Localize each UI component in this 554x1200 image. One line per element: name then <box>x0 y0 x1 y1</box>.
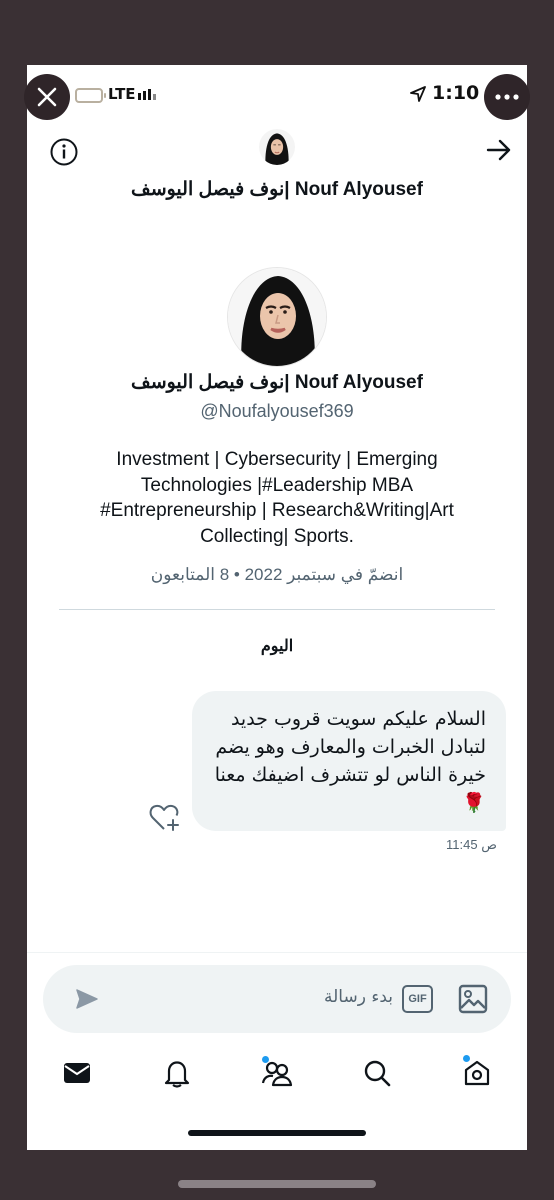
viewer-handle[interactable] <box>178 1180 376 1188</box>
message-time: 11:45 ص <box>446 837 497 852</box>
message-input[interactable]: بدء رسالة <box>193 987 393 1007</box>
header-avatar[interactable] <box>259 129 295 165</box>
home-icon <box>464 1060 490 1086</box>
send-icon[interactable] <box>75 987 99 1011</box>
dm-screen: LTE 1:10 نوف فيصل اليوسف| Nouf Alyousef <box>27 65 527 1150</box>
nav-notifications[interactable] <box>159 1055 195 1091</box>
more-icon <box>495 94 519 100</box>
home-indicator[interactable] <box>188 1130 366 1136</box>
status-time: 1:10 <box>432 82 480 104</box>
day-label: اليوم <box>260 638 294 655</box>
gif-button[interactable]: GIF <box>402 985 433 1013</box>
nav-communities[interactable] <box>259 1055 295 1091</box>
battery-icon <box>75 88 106 103</box>
profile-name: نوف فيصل اليوسف| Nouf Alyousef <box>131 372 423 393</box>
nav-search[interactable] <box>359 1055 395 1091</box>
divider <box>27 952 527 953</box>
signal-icon <box>138 89 156 100</box>
profile-bio: Investment | Cybersecurity | Emerging Te… <box>100 449 454 547</box>
more-options-button[interactable] <box>484 74 530 120</box>
status-bar: LTE 1:10 <box>27 65 527 125</box>
bottom-nav <box>27 1055 527 1095</box>
profile-handle[interactable]: @Noufalyousef369 <box>27 401 527 422</box>
header-title: نوف فيصل اليوسف| Nouf Alyousef <box>131 179 423 200</box>
add-reaction-icon[interactable] <box>149 803 183 833</box>
location-arrow-icon <box>410 86 426 102</box>
nav-home[interactable] <box>459 1055 495 1091</box>
profile-avatar[interactable] <box>227 267 327 367</box>
close-button[interactable] <box>24 74 70 120</box>
message-text: السلام عليكم سويت قروب جديد لتبادل الخبر… <box>214 708 486 814</box>
search-icon <box>364 1060 391 1087</box>
nav-messages[interactable] <box>59 1055 95 1091</box>
notifications-icon <box>164 1061 190 1088</box>
messages-icon <box>64 1063 90 1083</box>
message-bubble[interactable]: السلام عليكم سويت قروب جديد لتبادل الخبر… <box>192 691 506 831</box>
message-composer: بدء رسالة GIF <box>43 965 511 1033</box>
arrow-right-icon[interactable] <box>486 138 512 162</box>
network-type: LTE <box>108 85 136 103</box>
close-icon <box>37 87 57 107</box>
new-indicator <box>262 1056 269 1063</box>
new-indicator <box>463 1055 470 1062</box>
info-icon[interactable] <box>49 137 79 167</box>
divider <box>59 609 495 610</box>
profile-meta: انضمّ في سبتمبر 2022 • 8 المتابعون <box>150 565 404 584</box>
image-icon[interactable] <box>457 983 489 1015</box>
